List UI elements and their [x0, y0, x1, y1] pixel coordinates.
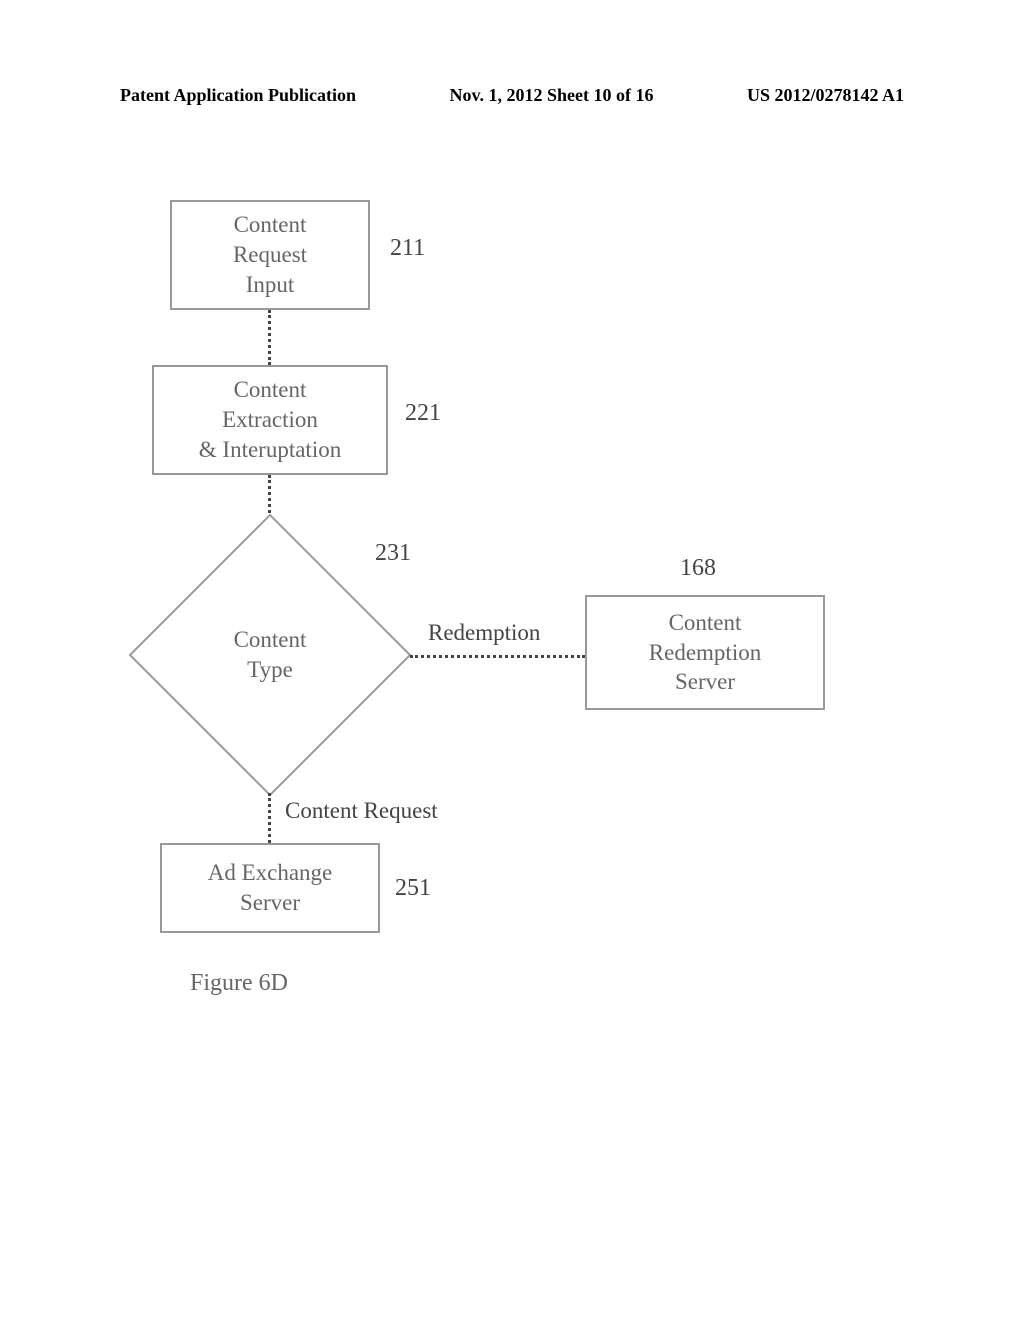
ref-251: 251 [395, 875, 431, 902]
box-content-redemption-server: Content Redemption Server [585, 595, 825, 710]
box-251-text: Ad Exchange Server [208, 858, 333, 918]
box-168-text: Content Redemption Server [649, 608, 761, 698]
connector-211-221 [268, 310, 271, 365]
header-center: Nov. 1, 2012 Sheet 10 of 16 [450, 85, 654, 106]
box-211-text: Content Request Input [233, 210, 307, 300]
connector-231-251 [268, 793, 271, 843]
ref-231: 231 [375, 540, 411, 567]
ref-211: 211 [390, 235, 425, 262]
edge-redemption-label: Redemption [428, 620, 540, 646]
flowchart-diagram: Content Request Input 211 Content Extrac… [130, 180, 900, 1080]
header-left: Patent Application Publication [120, 85, 356, 106]
edge-content-request-label: Content Request [285, 798, 438, 824]
ref-168: 168 [680, 555, 716, 582]
box-content-extraction: Content Extraction & Interuptation [152, 365, 388, 475]
diamond-231-text: Content Type [234, 625, 307, 685]
header-right: US 2012/0278142 A1 [747, 85, 904, 106]
box-221-text: Content Extraction & Interuptation [199, 375, 341, 465]
ref-221: 221 [405, 400, 441, 427]
diamond-content-type: Content Type [170, 555, 370, 755]
connector-231-168 [410, 655, 585, 658]
figure-label: Figure 6D [190, 970, 288, 997]
box-ad-exchange-server: Ad Exchange Server [160, 843, 380, 933]
box-content-request-input: Content Request Input [170, 200, 370, 310]
